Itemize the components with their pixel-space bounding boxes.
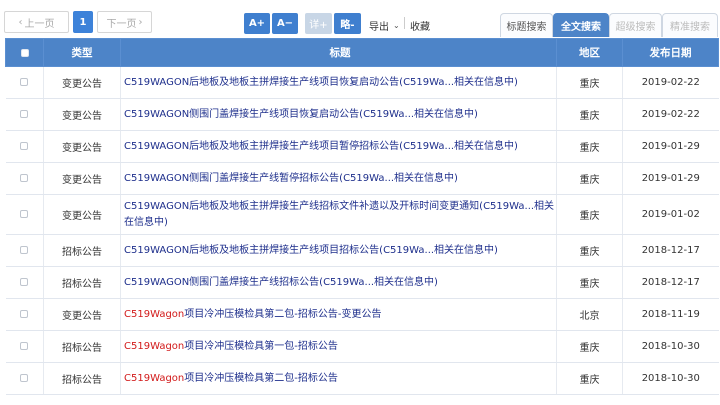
toolbar-divider [404, 17, 405, 29]
row-area: 重庆 [556, 130, 623, 163]
header-title: 标题 [120, 38, 557, 67]
table-row: 招标公告 C519Wagon项目冷冲压模检具第二包-招标公告 重庆 2018-1… [5, 362, 719, 395]
row-area: 重庆 [556, 330, 623, 363]
row-type: 变更公告 [43, 162, 121, 195]
row-type: 招标公告 [43, 330, 121, 363]
results-table: 类型 标题 地区 发布日期 变更公告 C519WAGON后地板及地板主拼焊接生产… [5, 38, 719, 395]
collect-button[interactable]: 收藏 [410, 18, 430, 33]
row-checkbox[interactable] [20, 78, 29, 86]
view-brief-button[interactable]: 略- [334, 13, 361, 34]
tab-fulltext-search[interactable]: 全文搜索 [553, 13, 609, 37]
row-checkbox[interactable] [20, 246, 29, 254]
chevron-down-icon: ⌄ [393, 21, 400, 30]
select-all-checkbox-cell[interactable] [5, 38, 44, 67]
row-date: 2018-11-19 [622, 298, 719, 331]
row-type: 招标公告 [43, 234, 121, 267]
next-page-button[interactable]: 下一页 › [97, 11, 152, 33]
row-area: 重庆 [556, 162, 623, 195]
row-title-link[interactable]: C519WAGON后地板及地板主拼焊接生产线项目恢复启动公告(C519Wa...… [124, 77, 518, 88]
row-title-link[interactable]: C519Wagon项目冷冲压模检具第二包-招标公告-变更公告 [124, 309, 381, 320]
select-all-checkbox[interactable] [20, 48, 29, 57]
row-area: 重庆 [556, 66, 623, 99]
table-header-row: 类型 标题 地区 发布日期 [5, 38, 719, 67]
row-checkbox[interactable] [20, 278, 29, 286]
row-title-link[interactable]: C519WAGON侧围门盖焊接生产线招标公告(C519Wa...相关在信息中) [124, 277, 438, 288]
row-type: 变更公告 [43, 66, 121, 99]
row-area: 北京 [556, 298, 623, 331]
row-date: 2018-12-17 [622, 234, 719, 267]
row-title-link[interactable]: C519WAGON后地板及地板主拼焊接生产线项目暂停招标公告(C519Wa...… [124, 141, 518, 152]
row-type: 变更公告 [43, 194, 121, 235]
header-area: 地区 [556, 38, 623, 67]
table-row: 变更公告 C519WAGON侧围门盖焊接生产线项目恢复启动公告(C519Wa..… [5, 98, 719, 131]
row-area: 重庆 [556, 266, 623, 299]
row-area: 重庆 [556, 98, 623, 131]
row-checkbox[interactable] [20, 310, 29, 318]
row-date: 2018-10-30 [622, 362, 719, 395]
row-checkbox[interactable] [20, 210, 29, 218]
header-type: 类型 [43, 38, 121, 67]
table-row: 变更公告 C519Wagon项目冷冲压模检具第二包-招标公告-变更公告 北京 2… [5, 298, 719, 331]
row-checkbox[interactable] [20, 342, 29, 350]
tab-super-search[interactable]: 超级搜索 [609, 13, 662, 37]
row-type: 变更公告 [43, 298, 121, 331]
row-date: 2019-01-29 [622, 162, 719, 195]
table-row: 变更公告 C519WAGON后地板及地板主拼焊接生产线招标文件补遗以及开标时间变… [5, 194, 719, 235]
toolbar: ‹ 上一页 1 下一页 › A+ A− 详+ 略- 导出 ⌄ 收藏 标题搜索 全… [0, 0, 720, 38]
row-date: 2018-12-17 [622, 266, 719, 299]
tab-precise-search[interactable]: 精准搜索 [662, 13, 718, 37]
row-date: 2019-02-22 [622, 66, 719, 99]
row-type: 变更公告 [43, 130, 121, 163]
row-area: 重庆 [556, 362, 623, 395]
row-date: 2019-01-02 [622, 194, 719, 235]
tab-title-search[interactable]: 标题搜索 [500, 13, 553, 37]
header-date: 发布日期 [622, 38, 719, 67]
row-type: 招标公告 [43, 362, 121, 395]
row-title-link[interactable]: C519WAGON后地板及地板主拼焊接生产线项目招标公告(C519Wa...相关… [124, 245, 498, 256]
table-row: 招标公告 C519WAGON侧围门盖焊接生产线招标公告(C519Wa...相关在… [5, 266, 719, 299]
table-row: 招标公告 C519WAGON后地板及地板主拼焊接生产线项目招标公告(C519Wa… [5, 234, 719, 267]
row-checkbox[interactable] [20, 374, 29, 382]
page-number-button[interactable]: 1 [73, 11, 93, 33]
row-title-link[interactable]: C519WAGON侧围门盖焊接生产线项目恢复启动公告(C519Wa...相关在信… [124, 109, 478, 120]
row-area: 重庆 [556, 194, 623, 235]
row-date: 2018-10-30 [622, 330, 719, 363]
row-checkbox[interactable] [20, 174, 29, 182]
row-checkbox[interactable] [20, 142, 29, 150]
row-title-link[interactable]: C519WAGON后地板及地板主拼焊接生产线招标文件补遗以及开标时间变更通知(C… [124, 199, 556, 231]
table-row: 变更公告 C519WAGON后地板及地板主拼焊接生产线项目恢复启动公告(C519… [5, 66, 719, 99]
table-row: 变更公告 C519WAGON后地板及地板主拼焊接生产线项目暂停招标公告(C519… [5, 130, 719, 163]
table-row: 变更公告 C519WAGON侧围门盖焊接生产线暂停招标公告(C519Wa...相… [5, 162, 719, 195]
row-type: 变更公告 [43, 98, 121, 131]
font-increase-button[interactable]: A+ [244, 13, 270, 34]
row-title-link[interactable]: C519Wagon项目冷冲压模检具第二包-招标公告 [124, 373, 338, 384]
export-dropdown[interactable]: 导出 ⌄ [369, 18, 400, 33]
font-decrease-button[interactable]: A− [272, 13, 298, 34]
row-area: 重庆 [556, 234, 623, 267]
row-type: 招标公告 [43, 266, 121, 299]
row-title-link[interactable]: C519Wagon项目冷冲压模检具第一包-招标公告 [124, 341, 338, 352]
row-date: 2019-02-22 [622, 98, 719, 131]
view-detail-button[interactable]: 详+ [305, 13, 332, 34]
pager: ‹ 上一页 1 下一页 › [4, 11, 152, 33]
table-row: 招标公告 C519Wagon项目冷冲压模检具第一包-招标公告 重庆 2018-1… [5, 330, 719, 363]
row-title-link[interactable]: C519WAGON侧围门盖焊接生产线暂停招标公告(C519Wa...相关在信息中… [124, 173, 458, 184]
prev-page-button[interactable]: ‹ 上一页 [4, 11, 69, 33]
row-checkbox[interactable] [20, 110, 29, 118]
chevron-left-icon: ‹ [18, 16, 23, 28]
row-date: 2019-01-29 [622, 130, 719, 163]
chevron-right-icon: › [138, 16, 143, 28]
